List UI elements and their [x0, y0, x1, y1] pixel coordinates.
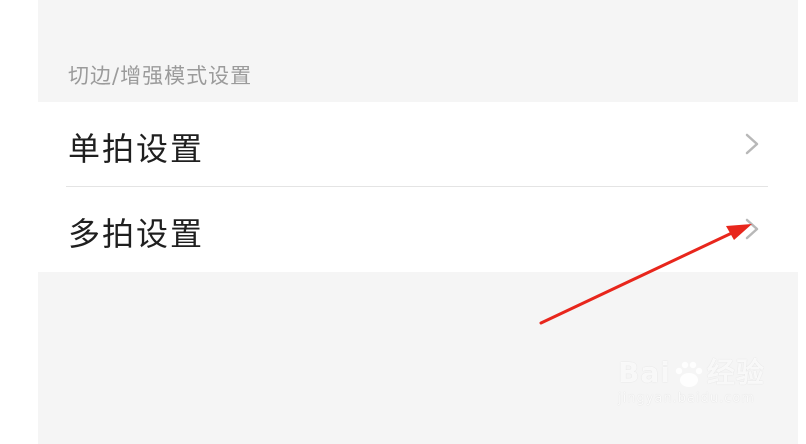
- paw-icon: [675, 361, 703, 387]
- single-shot-settings-row[interactable]: 单拍设置: [38, 102, 798, 187]
- multi-shot-settings-row[interactable]: 多拍设置: [38, 187, 798, 272]
- chevron-right-icon: [745, 218, 759, 240]
- watermark-url: jingyan.baidu.com: [618, 391, 755, 406]
- watermark-brand-left: Bai: [618, 356, 671, 389]
- section-header: 切边/增强模式设置: [68, 64, 253, 88]
- watermark-logo: Bai 经验: [618, 357, 765, 389]
- settings-list: 单拍设置 多拍设置: [38, 102, 798, 272]
- watermark-brand-right: 经验: [706, 356, 765, 389]
- row-label: 多拍设置: [68, 215, 205, 253]
- row-label: 单拍设置: [68, 130, 205, 168]
- chevron-right-icon: [745, 133, 759, 155]
- baidu-jingyan-watermark: Bai 经验 jingyan.baidu.com: [618, 357, 765, 407]
